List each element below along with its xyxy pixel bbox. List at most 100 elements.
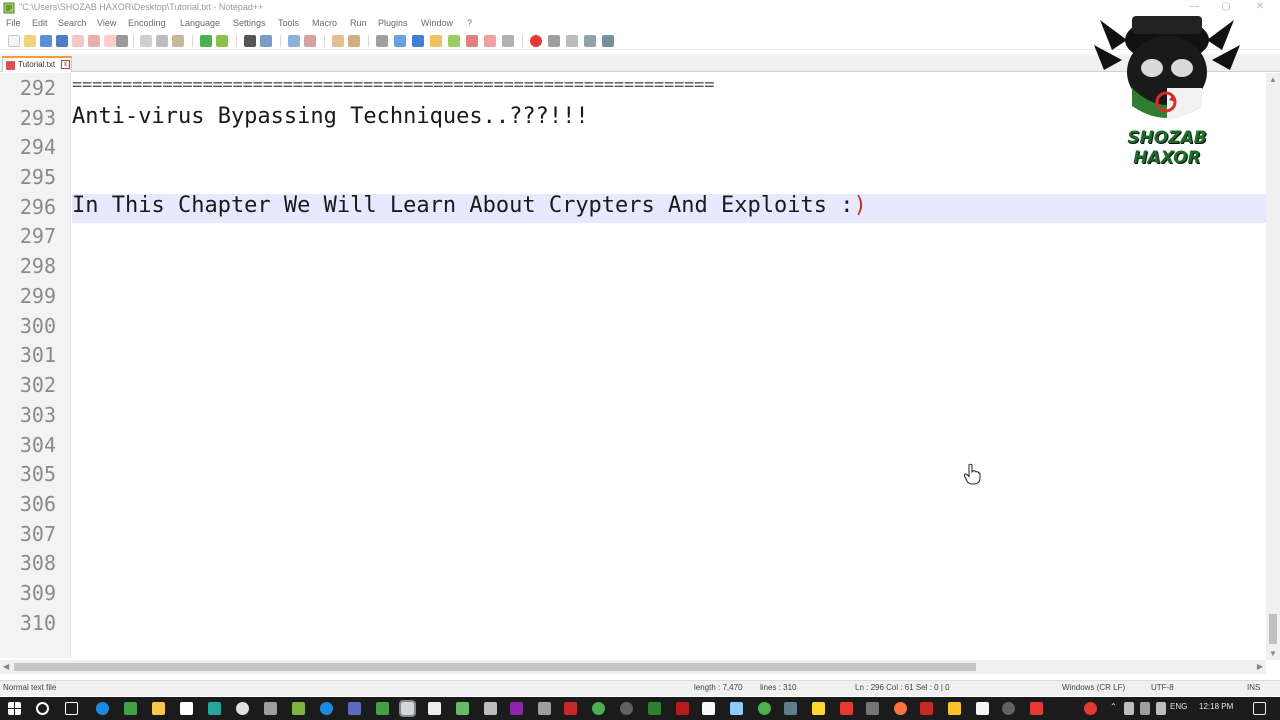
save-icon[interactable] bbox=[40, 35, 52, 47]
stop-macro-icon[interactable] bbox=[548, 35, 560, 47]
sync-vertical-icon[interactable] bbox=[332, 35, 344, 47]
menu-tools[interactable]: Tools bbox=[278, 18, 299, 28]
file-explorer-icon[interactable] bbox=[152, 702, 165, 715]
redo-icon[interactable] bbox=[216, 35, 228, 47]
windows-start-icon[interactable] bbox=[8, 702, 21, 715]
notepadpp-task-icon[interactable] bbox=[292, 702, 305, 715]
menu-search[interactable]: Search bbox=[58, 18, 87, 28]
folder-workspace-icon[interactable] bbox=[466, 35, 478, 47]
input-language[interactable]: ENG bbox=[1170, 702, 1187, 711]
app-icon[interactable] bbox=[758, 702, 771, 715]
zoom-out-icon[interactable] bbox=[304, 35, 316, 47]
network-icon[interactable] bbox=[1124, 702, 1134, 715]
app-icon[interactable] bbox=[376, 702, 389, 715]
active-app-icon[interactable] bbox=[399, 700, 416, 717]
close-window-button[interactable]: ✕ bbox=[1246, 0, 1274, 16]
record-macro-icon[interactable] bbox=[530, 35, 542, 47]
app-icon[interactable] bbox=[592, 702, 605, 715]
view-icon[interactable] bbox=[502, 35, 514, 47]
undo-icon[interactable] bbox=[200, 35, 212, 47]
save-all-icon[interactable] bbox=[56, 35, 68, 47]
app-icon[interactable] bbox=[484, 702, 497, 715]
menu-macro[interactable]: Macro bbox=[312, 18, 337, 28]
app-icon[interactable] bbox=[620, 702, 633, 715]
doc-map-icon[interactable] bbox=[430, 35, 442, 47]
close-file-icon[interactable] bbox=[72, 35, 84, 47]
editor[interactable]: 292 293 294 295 296 297 298 299 300 301 … bbox=[0, 73, 1280, 658]
copy-icon[interactable] bbox=[156, 35, 168, 47]
app-icon[interactable] bbox=[784, 702, 797, 715]
record-indicator-icon[interactable] bbox=[1084, 702, 1097, 715]
search-icon[interactable] bbox=[36, 702, 49, 715]
app-icon[interactable] bbox=[676, 702, 689, 715]
scroll-down-icon[interactable]: ▼ bbox=[1269, 649, 1277, 658]
open-file-icon[interactable] bbox=[24, 35, 36, 47]
visual-studio-icon[interactable] bbox=[510, 702, 523, 715]
zoom-in-icon[interactable] bbox=[288, 35, 300, 47]
battery-icon[interactable] bbox=[1156, 702, 1166, 715]
clock[interactable]: 12:18 PM bbox=[1199, 702, 1233, 711]
menu-help[interactable]: ? bbox=[467, 18, 472, 28]
save-macro-icon[interactable] bbox=[602, 35, 614, 47]
menu-plugins[interactable]: Plugins bbox=[378, 18, 408, 28]
monitoring-icon[interactable] bbox=[484, 35, 496, 47]
run-macro-multiple-icon[interactable] bbox=[584, 35, 596, 47]
print-icon[interactable] bbox=[116, 35, 128, 47]
horizontal-scrollbar[interactable]: ◀ ▶ bbox=[0, 660, 1266, 674]
tab-close-icon[interactable]: x bbox=[61, 60, 70, 69]
app-icon[interactable] bbox=[264, 702, 277, 715]
cut-icon[interactable] bbox=[140, 35, 152, 47]
app-icon[interactable] bbox=[920, 702, 933, 715]
vertical-scroll-thumb[interactable] bbox=[1269, 614, 1277, 644]
app-icon[interactable] bbox=[1030, 702, 1043, 715]
new-file-icon[interactable] bbox=[8, 35, 20, 47]
paste-icon[interactable] bbox=[172, 35, 184, 47]
app-icon[interactable] bbox=[320, 702, 333, 715]
find-icon[interactable] bbox=[244, 35, 256, 47]
app-icon[interactable] bbox=[976, 702, 989, 715]
app-icon[interactable] bbox=[538, 702, 551, 715]
menu-view[interactable]: View bbox=[97, 18, 116, 28]
sync-horizontal-icon[interactable] bbox=[348, 35, 360, 47]
show-all-chars-icon[interactable] bbox=[394, 35, 406, 47]
task-view-icon[interactable] bbox=[65, 702, 78, 715]
app-icon[interactable] bbox=[812, 702, 825, 715]
horizontal-scroll-thumb[interactable] bbox=[14, 663, 976, 671]
menu-language[interactable]: Language bbox=[180, 18, 220, 28]
scroll-right-icon[interactable]: ▶ bbox=[1257, 662, 1263, 671]
scroll-left-icon[interactable]: ◀ bbox=[3, 662, 9, 671]
app-icon[interactable] bbox=[564, 702, 577, 715]
scroll-up-icon[interactable]: ▲ bbox=[1269, 75, 1277, 84]
app-icon[interactable] bbox=[208, 702, 221, 715]
app-icon[interactable] bbox=[1002, 702, 1015, 715]
app-icon[interactable] bbox=[866, 702, 879, 715]
print-preview-icon[interactable] bbox=[104, 35, 116, 47]
close-all-icon[interactable] bbox=[88, 35, 100, 47]
indent-guide-icon[interactable] bbox=[412, 35, 424, 47]
menu-file[interactable]: File bbox=[6, 18, 21, 28]
menu-edit[interactable]: Edit bbox=[32, 18, 48, 28]
app-icon[interactable] bbox=[428, 702, 441, 715]
word-wrap-icon[interactable] bbox=[376, 35, 388, 47]
app-icon[interactable] bbox=[840, 702, 853, 715]
volume-icon[interactable] bbox=[1140, 702, 1150, 715]
vertical-scrollbar[interactable]: ▲ ▼ bbox=[1266, 73, 1280, 660]
play-macro-icon[interactable] bbox=[566, 35, 578, 47]
menu-encoding[interactable]: Encoding bbox=[128, 18, 166, 28]
app-icon[interactable] bbox=[730, 702, 743, 715]
app-icon[interactable] bbox=[948, 702, 961, 715]
menu-window[interactable]: Window bbox=[421, 18, 453, 28]
menu-settings[interactable]: Settings bbox=[233, 18, 266, 28]
chrome-icon[interactable] bbox=[894, 702, 907, 715]
menu-run[interactable]: Run bbox=[350, 18, 367, 28]
store-icon[interactable] bbox=[180, 702, 193, 715]
app-icon[interactable] bbox=[702, 702, 715, 715]
notifications-icon[interactable] bbox=[1253, 702, 1266, 715]
tab-tutorial[interactable]: Tutorial.txt x bbox=[2, 56, 72, 72]
replace-icon[interactable] bbox=[260, 35, 272, 47]
function-list-icon[interactable] bbox=[448, 35, 460, 47]
app-icon[interactable] bbox=[648, 702, 661, 715]
app-icon[interactable] bbox=[348, 702, 361, 715]
app-icon[interactable] bbox=[456, 702, 469, 715]
edge-browser-icon[interactable] bbox=[96, 702, 109, 715]
